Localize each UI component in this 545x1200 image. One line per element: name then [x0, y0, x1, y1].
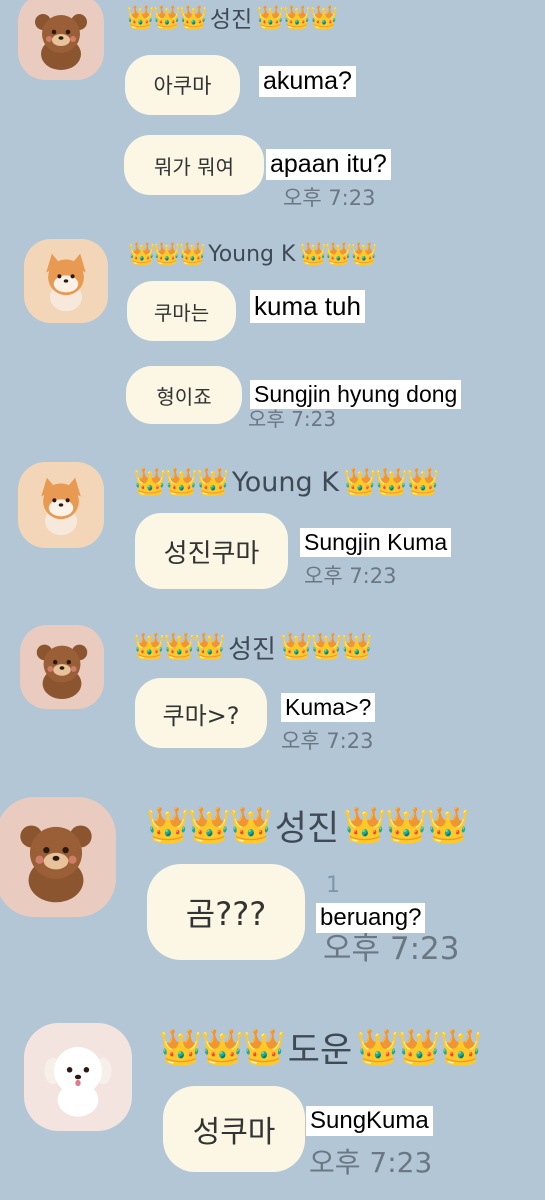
message-text: 곰??? [185, 895, 267, 933]
sender-name[interactable]: 성진 [275, 800, 339, 851]
translation-label: akuma? [259, 66, 356, 97]
crown-icon: 👑👑👑 [343, 805, 470, 846]
message-text: 형이죠 [156, 384, 212, 409]
message-timestamp: 오후 7:23 [309, 1146, 433, 1179]
shiba-avatar-icon[interactable] [24, 239, 108, 323]
sender-name[interactable]: Young K [232, 467, 339, 498]
message-bubble[interactable]: 성쿠마 [163, 1086, 305, 1172]
sender-name-row: 👑👑👑 Young K 👑👑👑 [128, 237, 378, 271]
sender-name-row: 👑👑👑 성진 👑👑👑 [146, 799, 470, 851]
message-timestamp: 오후 7:23 [304, 564, 397, 588]
sender-name-row: 👑👑👑 성진 👑👑👑 [126, 0, 338, 34]
sender-name-row: 👑👑👑 도운 👑👑👑 [159, 1021, 483, 1073]
translation-label: apaan itu? [266, 149, 391, 180]
crown-icon: 👑👑👑 [146, 805, 273, 846]
message-text: 성쿠마 [192, 1115, 276, 1150]
crown-icon: 👑👑👑 [128, 241, 206, 267]
message-bubble[interactable]: 뭐가 뭐여 [124, 135, 264, 195]
puppy-avatar-icon[interactable] [24, 1023, 132, 1131]
message-group: 👑👑👑 Young K 👑👑👑 성진쿠마 Sungjin Kuma 오후 7:2… [0, 450, 545, 605]
message-group: 👑👑👑 도운 👑👑👑 성쿠마 SungKuma 오후 7:23 [0, 1005, 545, 1200]
message-bubble[interactable]: 쿠마는 [127, 281, 236, 341]
crown-icon: 👑👑👑 [126, 4, 208, 31]
crown-icon: 👑👑👑 [356, 1027, 483, 1068]
unread-count: 1 [326, 873, 340, 898]
message-group: 👑👑👑 성진 👑👑👑 아쿠마 akuma? 뭐가 뭐여 오후 7:23 apaa… [0, 0, 545, 225]
sender-name[interactable]: 성진 [228, 629, 276, 666]
message-group: 👑👑👑 Young K 👑👑👑 쿠마는 kuma tuh 형이죠 오후 7:23… [0, 225, 545, 450]
translation-label: beruang? [316, 903, 426, 933]
message-text: 뭐가 뭐여 [154, 154, 234, 179]
shiba-avatar-icon[interactable] [18, 462, 104, 548]
message-timestamp: 오후 7:23 [281, 729, 374, 753]
crown-icon: 👑👑👑 [256, 4, 338, 31]
sender-name[interactable]: 도운 [288, 1022, 352, 1073]
message-timestamp: 오후 7:23 [283, 186, 376, 210]
crown-icon: 👑👑👑 [279, 632, 373, 662]
sender-name-row: 👑👑👑 성진 👑👑👑 [133, 627, 373, 667]
message-bubble[interactable]: 아쿠마 [125, 55, 240, 115]
crown-icon: 👑👑👑 [299, 241, 377, 267]
crown-icon: 👑👑👑 [342, 467, 440, 498]
bear-avatar-icon[interactable] [20, 625, 104, 709]
sender-name[interactable]: Young K [208, 242, 295, 267]
message-text: 쿠마>? [162, 701, 240, 730]
translation-label: SungKuma [306, 1106, 433, 1136]
sender-name-row: 👑👑👑 Young K 👑👑👑 [133, 462, 440, 502]
message-group: 👑👑👑 성진 👑👑👑 쿠마>? Kuma>? 오후 7:23 [0, 605, 545, 775]
translation-label: Kuma>? [281, 693, 376, 722]
crown-icon: 👑👑👑 [133, 632, 226, 662]
bear-avatar-icon[interactable] [0, 797, 116, 917]
bear-avatar-icon[interactable] [18, 0, 104, 80]
message-bubble[interactable]: 성진쿠마 [135, 513, 288, 589]
message-bubble[interactable]: 쿠마>? [135, 678, 267, 748]
message-text: 쿠마는 [153, 300, 210, 325]
message-group: 👑👑👑 성진 👑👑👑 곰??? 1 오후 7:23 beruang? [0, 775, 545, 1005]
message-bubble[interactable]: 곰??? [147, 864, 305, 960]
translation-label: Sungjin hyung dong [250, 380, 462, 409]
translation-label: kuma tuh [250, 290, 365, 323]
message-text: 아쿠마 [153, 74, 212, 98]
crown-icon: 👑👑👑 [133, 467, 230, 498]
translation-label: Sungjin Kuma [300, 528, 452, 557]
message-bubble[interactable]: 형이죠 [126, 366, 242, 424]
sender-name[interactable]: 성진 [210, 0, 252, 34]
message-text: 성진쿠마 [163, 538, 260, 569]
crown-icon: 👑👑👑 [159, 1027, 286, 1068]
